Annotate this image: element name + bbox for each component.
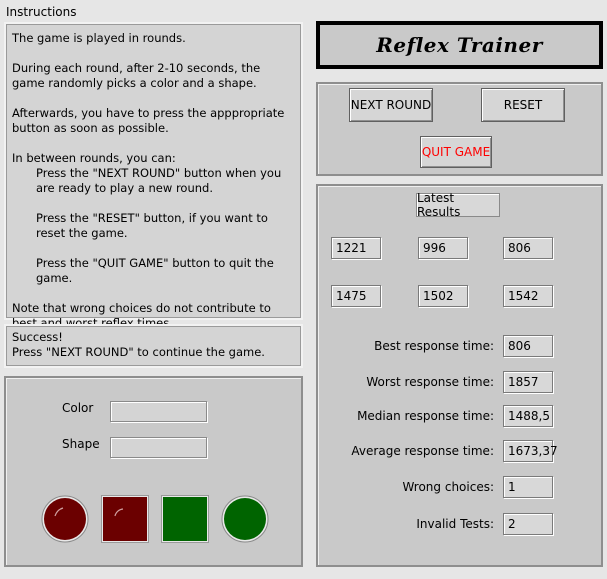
best-response-value: 806	[503, 335, 553, 357]
latest-result-value: 806	[503, 237, 553, 259]
next-round-button[interactable]: NEXT ROUND	[349, 88, 433, 122]
color-label: Color	[62, 401, 94, 415]
latest-result-value: 1221	[331, 237, 381, 259]
instructions-paragraph: Press the "RESET" button, if you want to…	[36, 211, 272, 240]
instructions-paragraph: In between rounds, you can:	[12, 151, 176, 165]
red-circle-button[interactable]	[41, 495, 89, 543]
color-field	[110, 401, 207, 422]
quit-game-button[interactable]: QUIT GAME	[420, 136, 492, 168]
instructions-paragraph: The game is played in rounds.	[12, 31, 186, 45]
average-response-value: 1673,37	[503, 440, 558, 462]
latest-result-value: 1542	[503, 285, 553, 307]
median-response-value: 1488,5	[503, 405, 553, 427]
app-title: Reflex Trainer	[316, 21, 603, 69]
instructions-text-box: The game is played in rounds. During eac…	[4, 22, 303, 330]
red-square-button[interactable]	[101, 495, 149, 543]
worst-response-value: 1857	[503, 371, 553, 393]
invalid-tests-label: Invalid Tests:	[416, 517, 494, 531]
invalid-tests-value: 2	[503, 513, 553, 535]
reset-button[interactable]: RESET	[481, 88, 565, 122]
instructions-paragraph: Press the "QUIT GAME" button to quit the…	[36, 256, 278, 285]
instructions-paragraph: Press the "NEXT ROUND" button when you a…	[36, 166, 285, 195]
latest-result-value: 996	[418, 237, 468, 259]
wrong-choices-value: 1	[503, 476, 553, 498]
worst-response-label: Worst response time:	[366, 375, 494, 389]
wrong-choices-label: Wrong choices:	[402, 480, 494, 494]
green-circle-button[interactable]	[221, 495, 269, 543]
average-response-label: Average response time:	[351, 444, 494, 458]
instructions-label: Instructions	[6, 5, 77, 19]
best-response-label: Best response time:	[374, 339, 494, 353]
status-message-box: Success! Press "NEXT ROUND" to continue …	[4, 324, 303, 368]
latest-result-value: 1502	[418, 285, 468, 307]
status-line: Press "NEXT ROUND" to continue the game.	[12, 345, 265, 359]
latest-result-value: 1475	[331, 285, 381, 307]
instructions-paragraph: Afterwards, you have to press the apppro…	[12, 106, 289, 135]
instructions-paragraph: During each round, after 2-10 seconds, t…	[12, 61, 264, 90]
shape-field	[110, 437, 207, 458]
median-response-label: Median response time:	[357, 409, 494, 423]
green-square-button[interactable]	[161, 495, 209, 543]
shape-label: Shape	[62, 437, 100, 451]
status-line: Success!	[12, 330, 63, 344]
latest-results-title: Latest Results	[416, 191, 500, 219]
